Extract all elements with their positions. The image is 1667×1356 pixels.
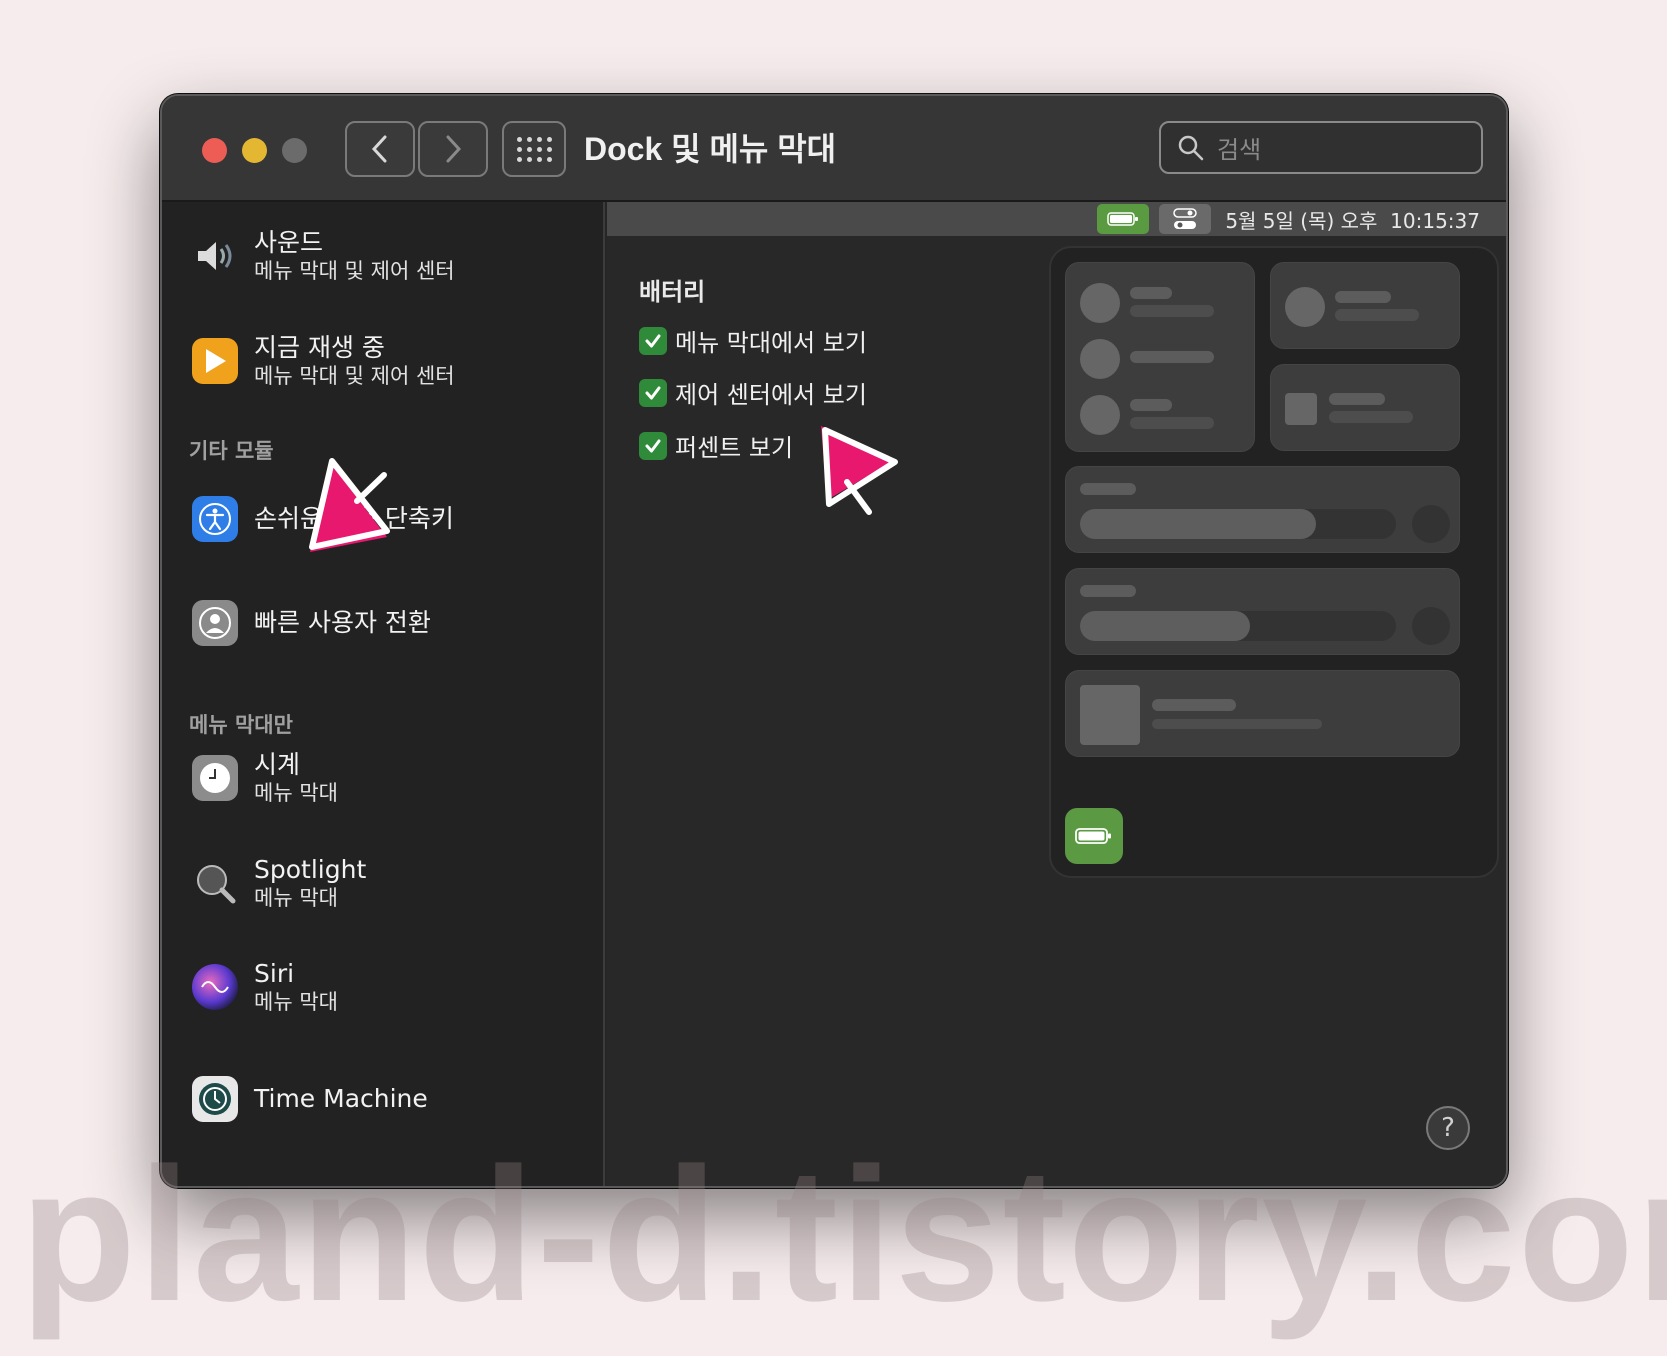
sound-slider-tile <box>1065 568 1460 655</box>
play-icon <box>192 338 238 384</box>
option-show-percentage[interactable]: 퍼센트 보기 <box>639 428 793 463</box>
battery-icon <box>1075 828 1111 844</box>
sidebar-item-time-machine[interactable]: Time Machine <box>192 1076 428 1122</box>
sidebar-item-label: 빠른 사용자 전환 <box>254 608 431 637</box>
sidebar-item-clock[interactable]: 시계 메뉴 막대 <box>192 750 338 806</box>
option-label: 퍼센트 보기 <box>675 434 794 462</box>
sidebar-item-label: Time Machine <box>254 1084 428 1113</box>
battery-icon <box>1097 204 1150 234</box>
section-header-other-modules: 기타 모듈 <box>189 439 274 463</box>
time-machine-icon <box>192 1076 238 1122</box>
settings-window: Dock 및 메뉴 막대 검색 사운드 메뉴 막대 및 제어 센터 지금 재생 … <box>160 94 1508 1188</box>
sidebar: 사운드 메뉴 막대 및 제어 센터 지금 재생 중 메뉴 막대 및 제어 센터 … <box>162 202 605 1186</box>
grid-icon <box>516 136 552 162</box>
control-center-icon <box>1159 204 1212 234</box>
section-header-menubar-only: 메뉴 막대만 <box>189 713 293 737</box>
sidebar-item-label: Siri <box>254 959 295 988</box>
menubar-datetime: 5월 5일 (목) 오후 10:15:37 <box>1225 208 1480 233</box>
accessibility-icon <box>192 496 238 542</box>
show-all-button[interactable] <box>502 121 566 177</box>
sidebar-item-siri[interactable]: Siri 메뉴 막대 <box>192 959 338 1015</box>
sidebar-item-label: 시계 <box>254 750 301 779</box>
sidebar-item-label: 지금 재생 중 <box>254 333 385 362</box>
back-button[interactable] <box>345 121 415 177</box>
window-title: Dock 및 메뉴 막대 <box>584 131 837 167</box>
battery-section-title: 배터리 <box>639 278 706 306</box>
display-slider-tile <box>1065 466 1460 553</box>
minimize-button[interactable] <box>242 138 267 163</box>
checkbox-checked[interactable] <box>639 326 667 355</box>
titlebar: Dock 및 메뉴 막대 검색 <box>162 96 1506 202</box>
watermark: pland-d.tistory.com <box>20 1129 1667 1341</box>
control-center-preview <box>1049 246 1499 878</box>
connectivity-tile <box>1065 262 1255 452</box>
chevron-right-icon <box>446 135 462 163</box>
option-label: 제어 센터에서 보기 <box>675 381 867 409</box>
magnifier-icon <box>192 860 238 906</box>
option-show-in-menubar[interactable]: 메뉴 막대에서 보기 <box>639 323 867 358</box>
speaker-icon <box>192 233 238 279</box>
sidebar-item-sublabel: 메뉴 막대 <box>254 886 338 910</box>
battery-module <box>1065 808 1123 864</box>
menubar-preview: 5월 5일 (목) 오후 10:15:37 <box>607 202 1506 236</box>
pointer-cursor-icon <box>309 458 390 552</box>
sidebar-item-fast-user-switching[interactable]: 빠른 사용자 전환 <box>192 600 431 646</box>
pointer-cursor-icon <box>821 426 898 515</box>
siri-icon <box>192 964 238 1010</box>
option-label: 메뉴 막대에서 보기 <box>675 329 867 357</box>
close-button[interactable] <box>202 138 227 163</box>
chevron-left-icon <box>371 135 387 163</box>
sidebar-item-spotlight[interactable]: Spotlight 메뉴 막대 <box>192 855 366 911</box>
search-placeholder: 검색 <box>1217 136 1262 164</box>
sidebar-item-label: Spotlight <box>254 855 367 884</box>
sidebar-item-sublabel: 메뉴 막대 <box>254 781 338 805</box>
focus-tile <box>1270 262 1460 349</box>
user-switch-icon <box>192 600 238 646</box>
sidebar-item-sublabel: 메뉴 막대 및 제어 센터 <box>254 364 455 388</box>
zoom-button[interactable] <box>282 138 307 163</box>
sidebar-item-sublabel: 메뉴 막대 <box>254 990 338 1014</box>
main-pane: 5월 5일 (목) 오후 10:15:37 배터리 메뉴 막대에서 보기 제어 … <box>607 202 1506 1186</box>
checkbox-checked[interactable] <box>639 431 667 460</box>
checkbox-checked[interactable] <box>639 378 667 407</box>
search-icon <box>1178 135 1204 160</box>
sidebar-item-label: 사운드 <box>254 228 324 257</box>
now-playing-tile <box>1065 670 1460 757</box>
screen-mirroring-tile <box>1270 364 1460 451</box>
sidebar-item-now-playing[interactable]: 지금 재생 중 메뉴 막대 및 제어 센터 <box>192 333 455 389</box>
clock-icon <box>192 755 238 801</box>
forward-button[interactable] <box>418 121 488 177</box>
sidebar-item-sublabel: 메뉴 막대 및 제어 센터 <box>254 259 455 283</box>
option-show-in-control-center[interactable]: 제어 센터에서 보기 <box>639 375 867 410</box>
sidebar-item-sound[interactable]: 사운드 메뉴 막대 및 제어 센터 <box>192 228 455 284</box>
search-field[interactable]: 검색 <box>1159 121 1483 174</box>
